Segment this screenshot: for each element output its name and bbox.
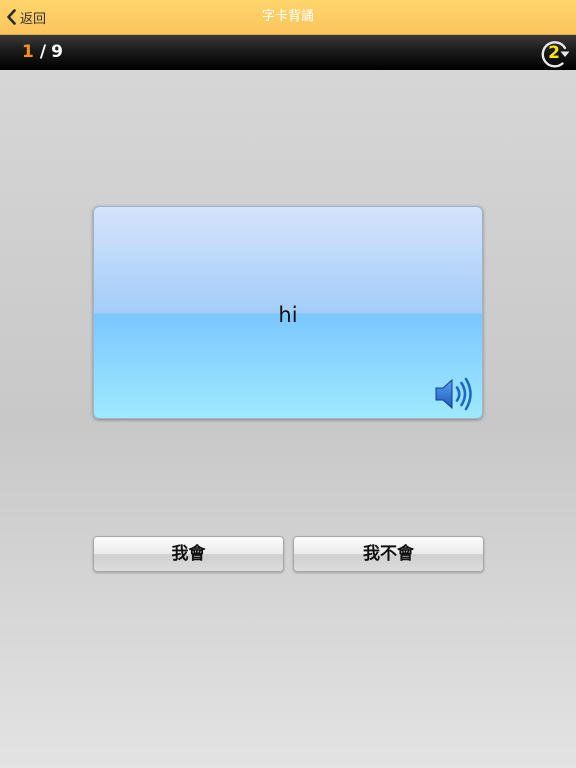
- dont-know-button[interactable]: 我不會: [293, 536, 484, 572]
- flashcard[interactable]: hi: [93, 206, 483, 419]
- counter-separator: /: [39, 42, 47, 62]
- know-button[interactable]: 我會: [93, 536, 284, 572]
- replay-button[interactable]: 2: [538, 37, 572, 69]
- card-counter: 1/9: [22, 35, 63, 70]
- total-count: 9: [51, 42, 63, 62]
- speaker-icon[interactable]: [434, 375, 474, 413]
- current-index: 1: [22, 42, 34, 62]
- navigation-bar: 返回 字卡背誦: [0, 0, 576, 35]
- replay-count: 2: [548, 43, 560, 63]
- page-title: 字卡背誦: [261, 9, 314, 24]
- progress-bar: 1/9 2: [0, 35, 576, 70]
- card-word: hi: [278, 303, 298, 327]
